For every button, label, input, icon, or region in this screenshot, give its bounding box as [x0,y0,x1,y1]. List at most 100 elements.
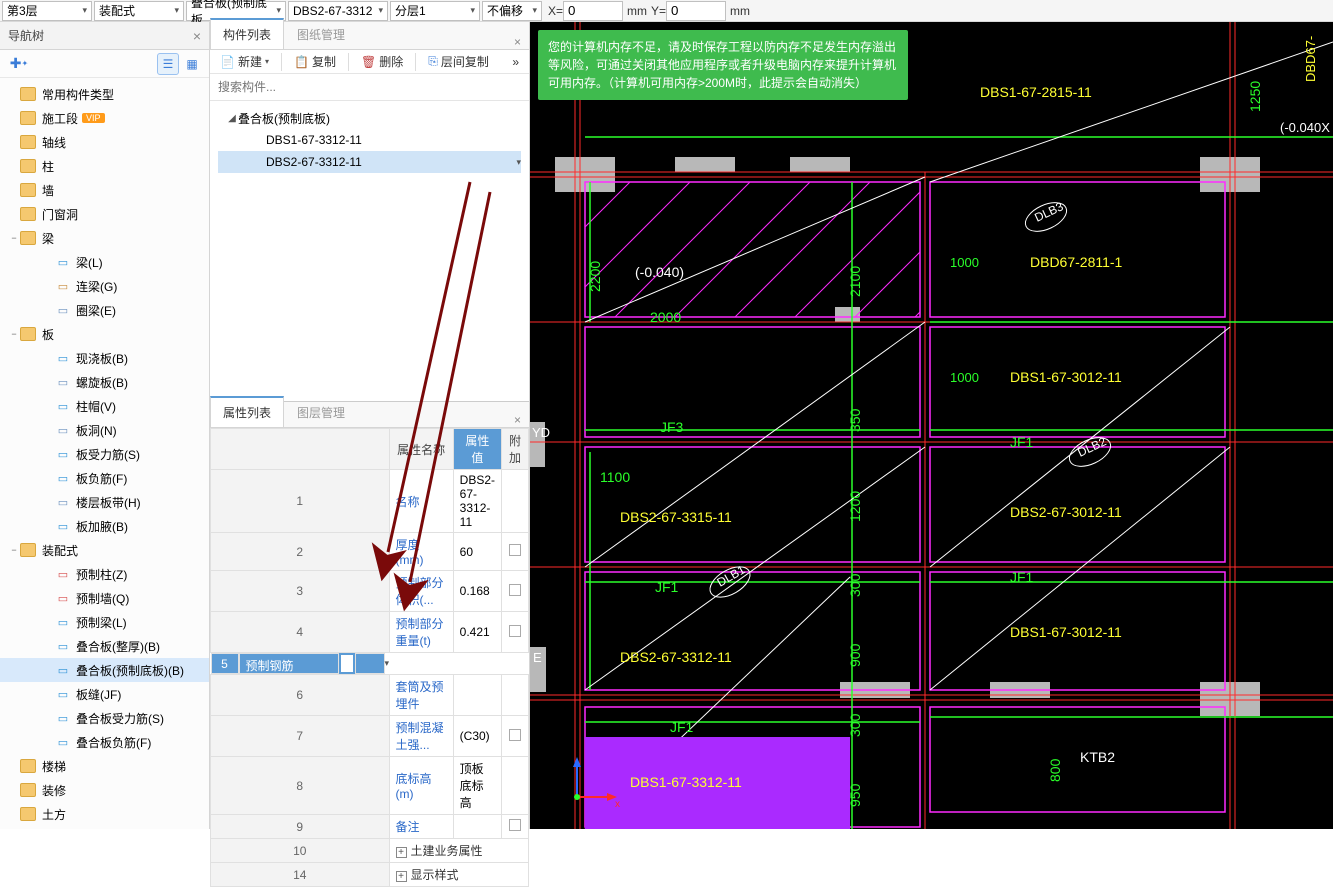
svg-text:1000: 1000 [950,370,979,385]
tree-label: 板加腋(B) [76,518,128,535]
nav-panel: 导航树 × ✚✦ ☰ ▦ 常用构件类型施工段VIP轴线柱墙门窗洞−梁▭梁(L)▭… [0,22,210,829]
tree-item[interactable]: ▭板加腋(B) [0,514,209,538]
new-button[interactable]: 📄新建▾ [216,50,273,73]
close-icon[interactable]: × [506,35,529,49]
tree-item[interactable]: ▭叠合板受力筋(S) [0,706,209,730]
svg-text:DBS1-67-3012-11: DBS1-67-3012-11 [1010,369,1122,385]
search-input[interactable] [210,74,529,100]
component-item[interactable]: ◢叠合板(预制底板) [218,107,521,129]
tree-item[interactable]: ▭螺旋板(B) [0,370,209,394]
tree-item[interactable]: ▭叠合板负筋(F) [0,730,209,754]
cad-viewport[interactable]: 您的计算机内存不足，请及时保存工程以防内存不足发生内存溢出等风险，可通过关闭其他… [530,22,1333,829]
property-row[interactable]: 14+显示样式 [211,863,529,887]
tree-item[interactable]: 楼梯 [0,754,209,778]
tree-item[interactable]: ▭板洞(N) [0,418,209,442]
tree-item[interactable]: 土方 [0,802,209,826]
tree-label: 叠合板受力筋(S) [76,710,164,727]
layer-select[interactable]: 分层1 [390,1,480,21]
property-row[interactable]: 9备注 [211,815,529,839]
tree-label: 预制柱(Z) [76,566,127,583]
svg-text:DBS2-67-3315-11: DBS2-67-3315-11 [620,509,732,525]
tree-item[interactable]: ▭楼层板带(H) [0,490,209,514]
property-row[interactable]: 10+土建业务属性 [211,839,529,863]
svg-text:KTB2: KTB2 [1080,749,1115,765]
tree-item[interactable]: 常用构件类型 [0,82,209,106]
svg-text:DBD67-2811-1: DBD67-2811-1 [1030,254,1123,270]
property-row[interactable]: 2厚度(mm)60 [211,533,529,571]
style-select[interactable]: 装配式 [94,1,184,21]
y-input[interactable] [666,1,726,21]
component-item[interactable]: DBS1-67-3312-11 [218,129,521,151]
tree-item[interactable]: −板 [0,322,209,346]
svg-text:2200: 2200 [587,261,603,292]
tree-item[interactable]: −梁 [0,226,209,250]
tree-item[interactable]: ▭板负筋(F) [0,466,209,490]
grid-view-icon[interactable]: ▦ [181,53,203,75]
tree-item[interactable]: ▭梁(L) [0,250,209,274]
property-row[interactable]: 1名称DBS2-67-3312-11 [211,470,529,533]
x-label: X= [548,4,563,18]
tree-item[interactable]: ▭板受力筋(S) [0,442,209,466]
more-icon[interactable]: » [508,52,523,72]
component-item[interactable]: DBS2-67-3312-11 [218,151,521,173]
svg-text:1200: 1200 [847,491,863,522]
comp-name-select[interactable]: DBS2-67-3312 [288,1,388,21]
property-table[interactable]: 属性名称 属性值 附加 1名称DBS2-67-3312-112厚度(mm)603… [210,428,529,887]
tree-item[interactable]: ▭柱帽(V) [0,394,209,418]
tab-drawing-mgmt[interactable]: 图纸管理 [284,19,358,49]
svg-text:YD: YD [532,425,550,440]
property-row[interactable]: 5预制钢筋 [211,653,390,674]
svg-text:800: 800 [1047,758,1063,782]
layer-copy-button[interactable]: ⎘层间复制 [424,50,493,73]
property-row[interactable]: 3预制部分体积(...0.168 [211,571,529,612]
tree-label: 装配式 [42,542,78,559]
tree-item[interactable]: ▭板缝(JF) [0,682,209,706]
add-icon[interactable]: ✚✦ [8,53,30,75]
x-input[interactable] [563,1,623,21]
tree-item[interactable]: −装配式 [0,538,209,562]
mid-toolbar: 📄新建▾ 📋复制 🗑删除 ⎘层间复制 » [210,50,529,74]
tree-item[interactable]: ▭叠合板(整厚)(B) [0,634,209,658]
tab-layer-mgmt[interactable]: 图层管理 [284,397,358,427]
tree-item[interactable]: 装修 [0,778,209,802]
close-icon[interactable]: × [193,28,201,44]
copy-button[interactable]: 📋复制 [290,50,340,73]
component-tree[interactable]: ◢叠合板(预制底板)DBS1-67-3312-11DBS2-67-3312-11 [210,101,529,401]
tree-item[interactable]: 施工段VIP [0,106,209,130]
tree-item[interactable]: ▭圈梁(E) [0,298,209,322]
svg-text:DBS1-67-3012-11: DBS1-67-3012-11 [1010,624,1122,640]
close-icon[interactable]: × [506,413,529,427]
svg-text:DBS2-67-3012-11: DBS2-67-3012-11 [1010,504,1122,520]
svg-text:1100: 1100 [600,469,630,485]
property-row[interactable]: 6套筒及预埋件 [211,675,529,716]
tree-item[interactable]: ▭预制梁(L) [0,610,209,634]
tree-item[interactable]: 门窗洞 [0,202,209,226]
tab-component-list[interactable]: 构件列表 [210,18,284,49]
floor-select[interactable]: 第3层 [2,1,92,21]
list-view-icon[interactable]: ☰ [157,53,179,75]
property-row[interactable]: 7预制混凝土强...(C30) [211,716,529,757]
tree-label: 连梁(G) [76,278,117,295]
tree-label: 楼层板带(H) [76,494,141,511]
memory-warning: 您的计算机内存不足，请及时保存工程以防内存不足发生内存溢出等风险，可通过关闭其他… [538,30,908,100]
tree-item[interactable]: 墙 [0,178,209,202]
property-row[interactable]: 8底标高(m)顶板底标高 [211,757,529,815]
nav-title: 导航树 × [0,22,209,50]
tree-item[interactable]: ▭连梁(G) [0,274,209,298]
tree-item[interactable]: 柱 [0,154,209,178]
property-row[interactable]: 4预制部分重量(t)0.421 [211,612,529,653]
tree-item[interactable]: ▭预制柱(Z) [0,562,209,586]
svg-text:350: 350 [847,408,863,432]
tree-label: 柱帽(V) [76,398,116,415]
tree-item[interactable]: ▭叠合板(预制底板)(B) [0,658,209,682]
y-label: Y= [651,4,666,18]
nav-tree[interactable]: 常用构件类型施工段VIP轴线柱墙门窗洞−梁▭梁(L)▭连梁(G)▭圈梁(E)−板… [0,78,209,829]
offset-select[interactable]: 不偏移 [482,1,542,21]
tree-label: 施工段 [42,110,78,127]
tree-item[interactable]: ▭预制墙(Q) [0,586,209,610]
tree-item[interactable]: 轴线 [0,130,209,154]
delete-button[interactable]: 🗑删除 [357,50,407,73]
topbar: 第3层 装配式 叠合板(预制底板 DBS2-67-3312 分层1 不偏移 X=… [0,0,1333,22]
tree-item[interactable]: ▭现浇板(B) [0,346,209,370]
svg-text:1250: 1250 [1247,81,1263,112]
